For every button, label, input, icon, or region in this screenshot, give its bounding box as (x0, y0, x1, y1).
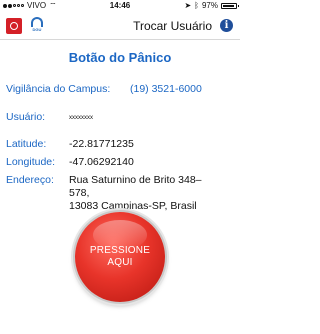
address-value: Rua Saturnino de Brito 348–578, 13083 Ca… (69, 174, 219, 213)
campus-security-phone-link[interactable]: (19) 3521-6000 (130, 83, 202, 95)
panic-button-line-2: AQUI (107, 257, 133, 268)
longitude-label: Longitude: (6, 156, 56, 168)
longitude-value: -47.06292140 (69, 156, 134, 168)
panic-button-line-1: PRESSIONE (89, 245, 151, 256)
status-bar: VIVO ⌔ 14:46 ➤ ᛒ 97% (0, 0, 240, 12)
address-label: Endereço: (6, 174, 54, 186)
unicamp-logo-icon (6, 18, 22, 34)
info-icon[interactable]: i (220, 19, 233, 32)
campus-security-label: Vigilância do Campus: (6, 83, 111, 95)
battery-percent: 97% (201, 1, 218, 10)
latitude-label: Latitude: (6, 138, 47, 150)
address-line-2: 13083 Campinas-SP, Brasil (69, 200, 197, 212)
bluetooth-icon: ᛒ (194, 1, 199, 10)
user-value: xxxxxxxx (69, 115, 93, 121)
battery-icon (221, 3, 239, 9)
address-line-1: Rua Saturnino de Brito 348–578, (69, 174, 202, 199)
status-right: ➤ ᛒ 97% (184, 0, 239, 12)
dgu-logo-icon: DGU (27, 17, 47, 35)
navigation-bar: DGU Trocar Usuário i (0, 12, 240, 40)
panic-button-label: PRESSIONE AQUI (85, 245, 155, 269)
user-label: Usuário: (6, 111, 46, 123)
location-arrow-icon: ➤ (184, 1, 192, 10)
address-row: Endereço: Rua Saturnino de Brito 348–578… (6, 174, 240, 212)
page-title: Botão do Pânico (68, 50, 172, 65)
latitude-value: -22.81771235 (69, 138, 134, 150)
panic-button[interactable]: PRESSIONE AQUI (75, 212, 165, 302)
switch-user-button[interactable]: Trocar Usuário (133, 12, 212, 40)
